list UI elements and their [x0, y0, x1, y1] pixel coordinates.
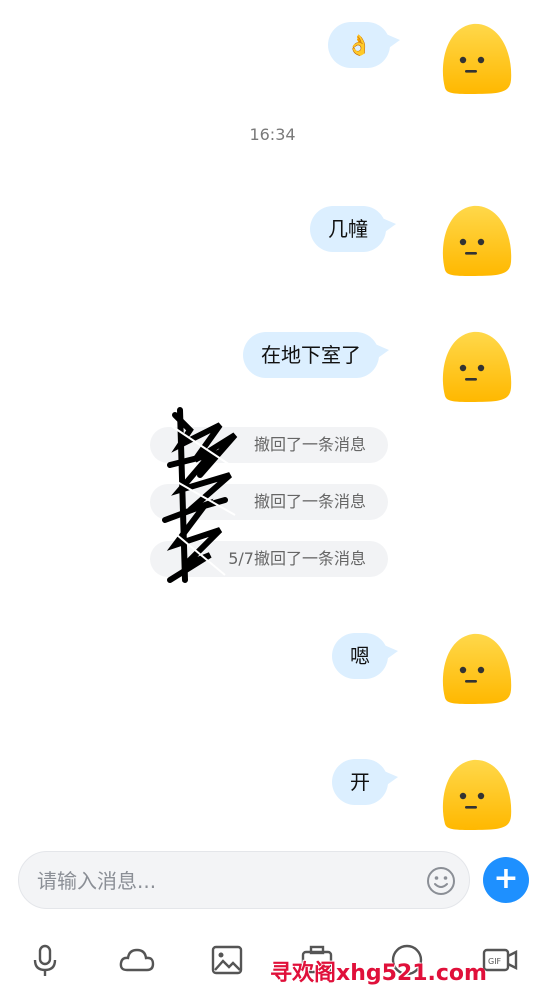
message-bubble-emoji[interactable]: 👌 — [328, 22, 400, 68]
add-button[interactable]: + — [483, 857, 529, 903]
message-input-placeholder: 请输入消息... — [37, 869, 157, 893]
avatar[interactable] — [435, 754, 515, 834]
message-bubble[interactable]: 在地下室了 — [243, 332, 389, 378]
emoji-icon[interactable] — [425, 865, 457, 897]
avatar[interactable] — [435, 200, 515, 280]
message-text: 在地下室了 — [261, 343, 361, 367]
message-text: 开 — [350, 770, 370, 794]
redaction-scribble — [162, 407, 238, 583]
watermark-text: 寻欢阁xhg521.com — [270, 961, 487, 986]
message-text: 几幢 — [328, 217, 368, 241]
message-bubble[interactable]: 几幢 — [310, 206, 396, 252]
recall-text: 撤回了一条消息 — [253, 435, 366, 454]
message-bubble[interactable]: 嗯 — [332, 633, 398, 679]
avatar[interactable] — [435, 18, 515, 98]
ok-hand-emoji: 👌 — [346, 33, 372, 57]
message-bubble[interactable]: 开 — [332, 759, 398, 805]
image-icon[interactable] — [207, 940, 247, 980]
timestamp: 16:34 — [249, 125, 296, 144]
avatar[interactable] — [435, 628, 515, 708]
cloud-icon[interactable] — [117, 940, 157, 980]
message-input[interactable]: 请输入消息... — [18, 851, 470, 909]
svg-text:GIF: GIF — [488, 957, 502, 966]
message-text: 嗯 — [350, 644, 370, 668]
microphone-icon[interactable] — [25, 940, 65, 980]
recall-text: 撤回了一条消息 — [253, 492, 366, 511]
avatar[interactable] — [435, 326, 515, 406]
